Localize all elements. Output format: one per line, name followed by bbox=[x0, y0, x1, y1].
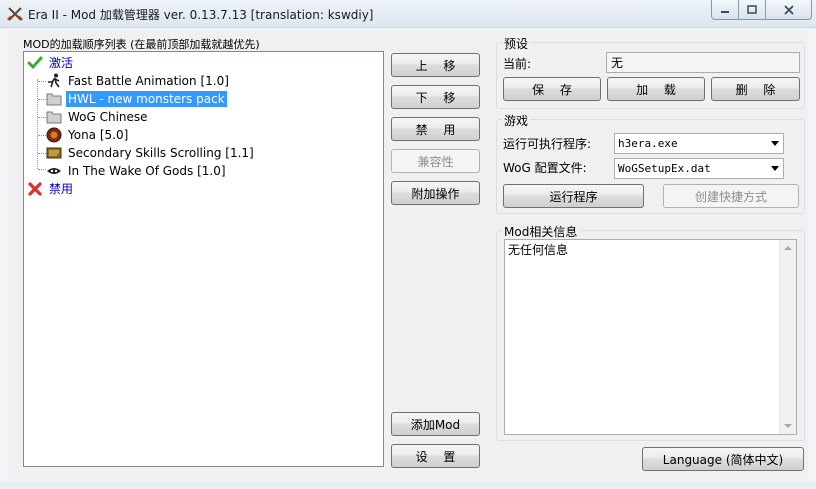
preset-load-button[interactable]: 加 载 bbox=[607, 77, 705, 101]
tree-item-label: Secondary Skills Scrolling [1.1] bbox=[68, 146, 254, 160]
scroll-up-icon[interactable] bbox=[784, 246, 792, 250]
tree-item-mod-1[interactable]: HWL - new monsters pack bbox=[46, 90, 227, 108]
exe-label: 运行可执行程序: bbox=[503, 137, 592, 151]
preset-current-field: 无 bbox=[606, 52, 800, 73]
minimize-icon bbox=[721, 10, 729, 13]
tree-item-mod-3[interactable]: Yona [5.0] bbox=[46, 126, 130, 144]
scroll-icon bbox=[46, 145, 62, 161]
close-icon bbox=[783, 4, 794, 15]
mask-icon bbox=[46, 163, 62, 179]
title-bar[interactable]: Era II - Mod 加载管理器 ver. 0.13.7.13 [trans… bbox=[0, 0, 816, 28]
folder-icon bbox=[46, 91, 62, 107]
client-area: MOD的加载顺序列表 (在最前顶部加载就越优先) 激活 Fast Battle … bbox=[8, 30, 808, 479]
config-select-value: WoGSetupEx.dat bbox=[618, 162, 711, 175]
create-shortcut-button[interactable]: 创建快捷方式 bbox=[663, 184, 799, 208]
extra-operations-button[interactable]: 附加操作 bbox=[391, 181, 480, 205]
tree-item-label: Fast Battle Animation [1.0] bbox=[68, 74, 229, 88]
config-select[interactable]: WoGSetupEx.dat bbox=[614, 158, 784, 179]
run-program-button[interactable]: 运行程序 bbox=[503, 184, 644, 208]
move-up-button[interactable]: 上 移 bbox=[391, 53, 480, 77]
close-button[interactable] bbox=[766, 0, 812, 20]
add-mod-button[interactable]: 添加Mod bbox=[391, 412, 480, 436]
maximize-icon bbox=[747, 4, 757, 14]
tree-connector bbox=[37, 79, 38, 169]
minimize-button[interactable] bbox=[711, 0, 739, 20]
dropdown-arrow-icon bbox=[771, 166, 779, 171]
preset-delete-button[interactable]: 删 除 bbox=[711, 77, 800, 101]
mod-tree[interactable]: 激活 Fast Battle Animation [1.0] HWL - new… bbox=[23, 51, 384, 467]
mod-info-scrollbar[interactable] bbox=[779, 240, 796, 434]
window-bottom-edge bbox=[0, 481, 816, 489]
compatibility-button[interactable]: 兼容性 bbox=[391, 149, 480, 173]
game-group-title: 游戏 bbox=[502, 112, 531, 129]
settings-button[interactable]: 设 置 bbox=[391, 444, 480, 468]
tree-branch bbox=[38, 117, 46, 118]
check-icon bbox=[27, 55, 43, 71]
exe-select[interactable]: h3era.exe bbox=[614, 133, 784, 154]
crossed-swords-icon bbox=[6, 5, 24, 23]
tree-group-active[interactable]: 激活 bbox=[27, 54, 75, 72]
tree-item-label: WoG Chinese bbox=[68, 110, 148, 124]
maximize-button[interactable] bbox=[739, 0, 766, 20]
folder-icon bbox=[46, 109, 62, 125]
cross-icon bbox=[27, 181, 43, 197]
preset-current-label: 当前: bbox=[503, 57, 532, 71]
tree-item-label: HWL - new monsters pack bbox=[66, 91, 227, 107]
tree-branch bbox=[38, 135, 46, 136]
group-active-label: 激活 bbox=[49, 56, 74, 70]
tree-group-disabled[interactable]: 禁用 bbox=[27, 180, 75, 198]
mod-info-textbox[interactable]: 无任何信息 bbox=[504, 239, 797, 435]
group-disabled-label: 禁用 bbox=[49, 182, 74, 196]
tree-branch bbox=[38, 99, 46, 100]
main-window: Era II - Mod 加载管理器 ver. 0.13.7.13 [trans… bbox=[0, 0, 816, 489]
tree-item-label: In The Wake Of Gods [1.0] bbox=[68, 164, 226, 178]
tree-branch bbox=[38, 169, 46, 170]
tree-item-mod-4[interactable]: Secondary Skills Scrolling [1.1] bbox=[46, 144, 256, 162]
scroll-down-icon[interactable] bbox=[784, 424, 792, 428]
mod-list-label: MOD的加载顺序列表 (在最前顶部加载就越优先) bbox=[23, 38, 260, 51]
preset-save-button[interactable]: 保 存 bbox=[503, 77, 601, 101]
disable-button[interactable]: 禁 用 bbox=[391, 117, 480, 141]
window-title: Era II - Mod 加载管理器 ver. 0.13.7.13 [trans… bbox=[28, 8, 374, 22]
tree-item-mod-2[interactable]: WoG Chinese bbox=[46, 108, 150, 126]
mod-info-text: 无任何信息 bbox=[508, 243, 569, 257]
mod-info-group-title: Mod相关信息 bbox=[502, 223, 580, 240]
tree-branch bbox=[38, 81, 46, 82]
tree-item-label: Yona [5.0] bbox=[68, 128, 129, 142]
running-man-icon bbox=[46, 73, 62, 89]
move-down-button[interactable]: 下 移 bbox=[391, 85, 480, 109]
tree-item-mod-5[interactable]: In The Wake Of Gods [1.0] bbox=[46, 162, 228, 180]
preset-current-value: 无 bbox=[611, 56, 624, 70]
dropdown-arrow-icon bbox=[771, 141, 779, 146]
config-label: WoG 配置文件: bbox=[503, 161, 587, 175]
tree-branch bbox=[38, 153, 46, 154]
preset-group-title: 预设 bbox=[502, 35, 531, 52]
exe-select-value: h3era.exe bbox=[618, 137, 678, 150]
window-controls bbox=[711, 0, 812, 20]
tree-item-mod-0[interactable]: Fast Battle Animation [1.0] bbox=[46, 72, 231, 90]
language-button[interactable]: Language (简体中文) bbox=[642, 447, 804, 471]
orb-icon bbox=[46, 127, 62, 143]
